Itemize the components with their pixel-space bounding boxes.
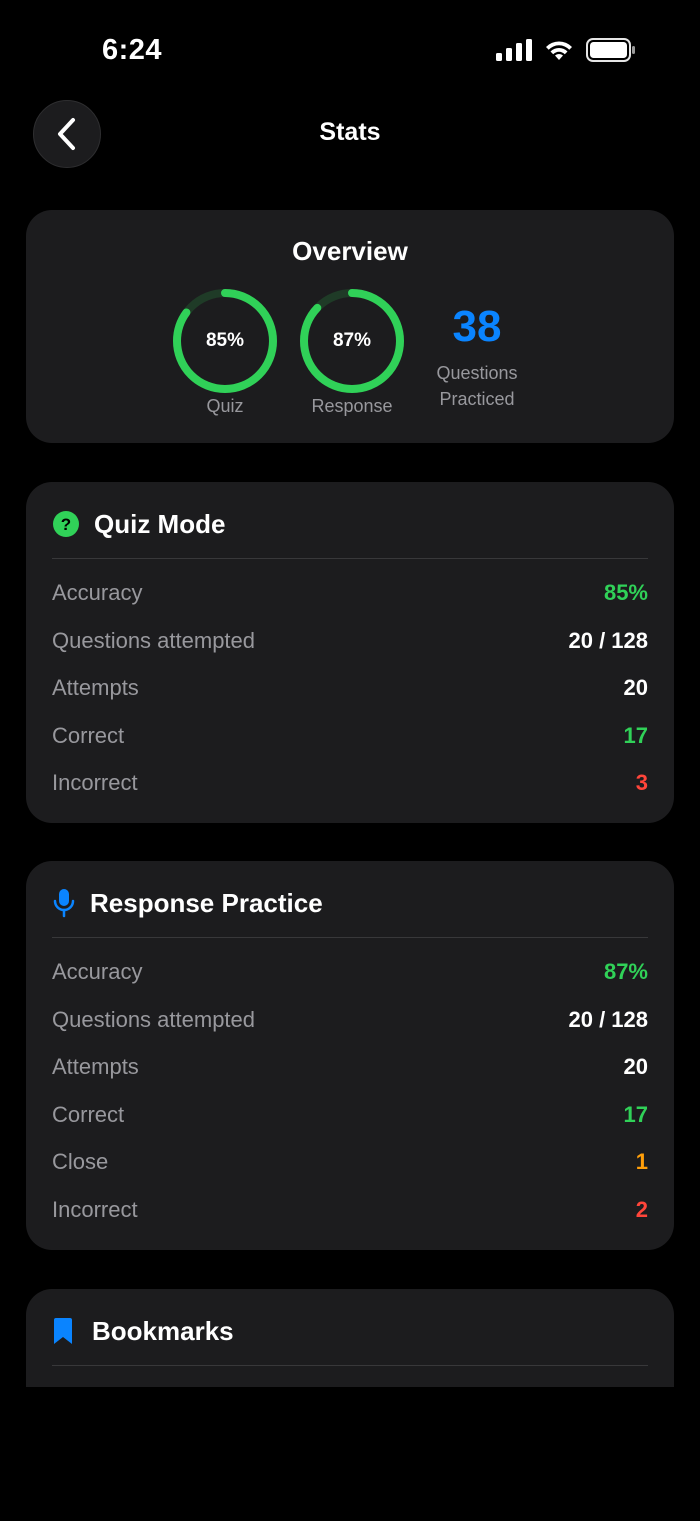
quiz-mode-title: Quiz Mode: [94, 508, 226, 539]
response-ring-label: Response: [311, 396, 393, 416]
quiz-ring-label: Quiz: [206, 396, 244, 416]
divider: [52, 1365, 648, 1366]
bookmarks-card[interactable]: Bookmarks: [26, 1289, 674, 1387]
microphone-icon: [53, 889, 75, 918]
bookmark-icon: [54, 1318, 72, 1344]
response-practice-header: Response Practice: [52, 887, 323, 919]
stat-row-attempts: Attempts 20: [52, 1054, 648, 1079]
stat-row-correct: Correct 17: [52, 1102, 648, 1127]
overview-title: Overview: [292, 236, 408, 266]
divider: [52, 937, 648, 938]
page-title: Stats: [319, 118, 381, 146]
stat-row-incorrect: Incorrect 3: [52, 770, 648, 795]
response-progress-ring: 87%: [299, 288, 405, 394]
stat-row-questions-attempted: Questions attempted 20 / 128: [52, 1007, 648, 1032]
response-practice-card: Response Practice Accuracy 87% Questions …: [26, 861, 674, 1250]
status-time: 6:24: [102, 34, 163, 66]
svg-text:?: ?: [61, 515, 71, 534]
cellular-signal-icon: [496, 39, 532, 61]
stat-row-close: Close 1: [52, 1149, 648, 1174]
bookmarks-header: Bookmarks: [52, 1315, 234, 1347]
quiz-percent: 85%: [205, 330, 245, 351]
quiz-mode-card: ? Quiz Mode Accuracy 85% Questions attemp…: [26, 482, 674, 823]
status-bar: 6:24: [0, 0, 700, 100]
question-circle-icon: ?: [53, 511, 79, 537]
questions-practiced-label: Questions Practiced: [436, 363, 518, 409]
wifi-icon: [546, 41, 572, 60]
questions-practiced-count: 38: [452, 302, 502, 351]
response-percent: 87%: [332, 330, 372, 351]
quiz-progress-ring: 85%: [172, 288, 278, 394]
stat-row-accuracy: Accuracy 85%: [52, 580, 648, 605]
quiz-mode-header: ? Quiz Mode: [52, 508, 225, 540]
divider: [52, 558, 648, 559]
response-practice-title: Response Practice: [90, 887, 323, 918]
stat-row-incorrect: Incorrect 2: [52, 1197, 648, 1222]
stat-row-accuracy: Accuracy 87%: [52, 959, 648, 984]
overview-card: Overview 85% Quiz 87% Response 38 Questi…: [26, 210, 674, 443]
stat-row-correct: Correct 17: [52, 723, 648, 748]
battery-icon: [586, 38, 635, 62]
bookmarks-title: Bookmarks: [92, 1315, 234, 1346]
stat-row-attempts: Attempts 20: [52, 675, 648, 700]
stat-row-questions-attempted: Questions attempted 20 / 128: [52, 628, 648, 653]
status-icons: [496, 38, 636, 62]
